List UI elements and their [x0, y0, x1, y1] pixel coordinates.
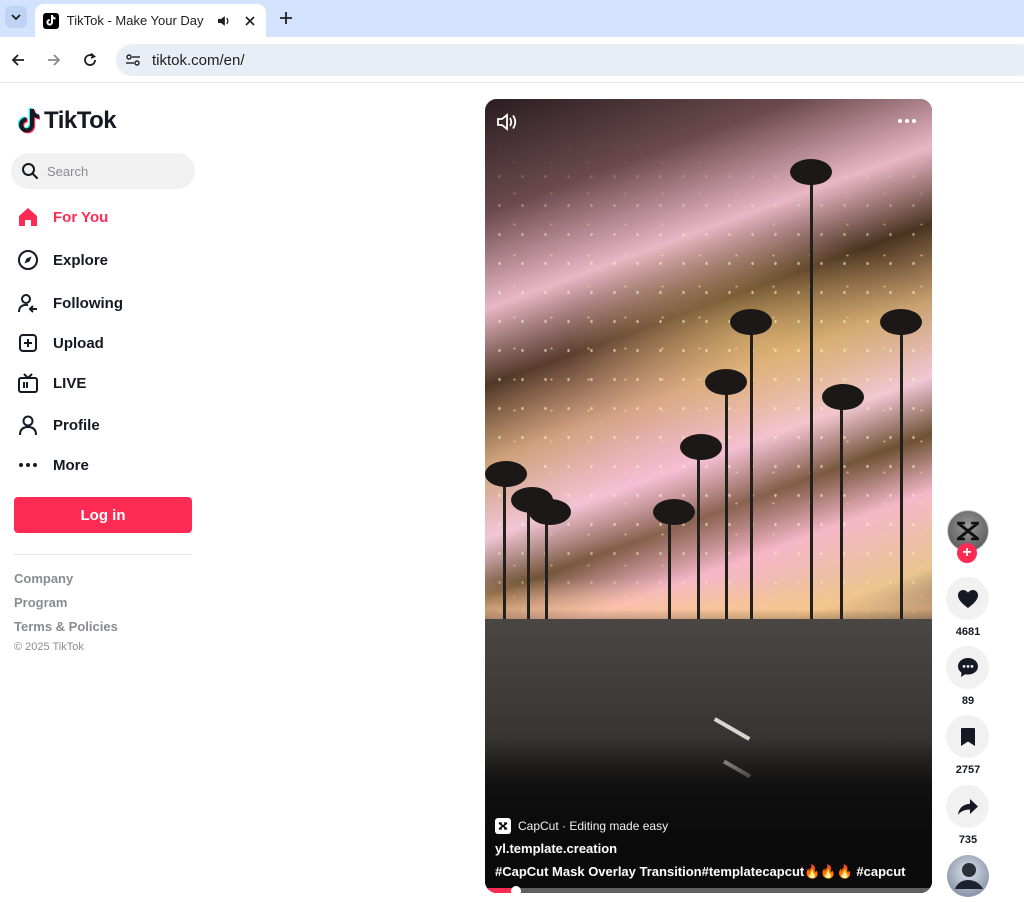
tiktok-favicon-icon: [43, 12, 59, 29]
capcut-label: CapCut · Editing made easy: [518, 819, 669, 833]
tiktok-logo-text: TikTok: [44, 107, 117, 134]
capcut-anchor[interactable]: CapCut · Editing made easy: [495, 818, 922, 834]
nav-item-profile[interactable]: Profile: [16, 411, 196, 439]
bookmark-icon: [960, 727, 975, 746]
browser-tabstrip: TikTok - Make Your Day: [0, 0, 1024, 37]
arrow-left-icon: [11, 54, 24, 66]
home-icon: [16, 205, 40, 229]
arrow-right-icon: [48, 54, 61, 66]
address-bar[interactable]: tiktok.com/en/: [116, 44, 1024, 76]
copyright-text: © 2025 TikTok: [14, 641, 84, 653]
like-count: 4681: [955, 626, 981, 638]
comment-count: 89: [961, 695, 975, 707]
search-input[interactable]: Search: [11, 153, 195, 189]
footer-link-company[interactable]: Company: [14, 571, 73, 586]
more-icon: [16, 453, 40, 477]
login-button[interactable]: Log in: [14, 497, 192, 533]
browser-tab-tiktok[interactable]: TikTok - Make Your Day: [35, 4, 266, 37]
upload-icon: [16, 331, 40, 355]
nav-label: LIVE: [53, 374, 87, 392]
video-progress-bar[interactable]: [485, 886, 932, 893]
profile-icon: [16, 413, 40, 437]
tab-title: TikTok - Make Your Day: [66, 13, 204, 28]
reload-icon: [84, 52, 96, 66]
reload-button[interactable]: [79, 49, 101, 71]
tiktok-logo-icon: [18, 108, 40, 134]
nav-item-upload[interactable]: Upload: [16, 329, 196, 357]
video-progress-knob[interactable]: [511, 886, 522, 893]
nav-label: Explore: [53, 251, 109, 269]
nav-item-explore[interactable]: Explore: [16, 246, 196, 274]
nav-item-live[interactable]: LIVE: [16, 369, 196, 397]
capcut-icon: [495, 818, 511, 834]
search-icon: [22, 163, 38, 179]
save-button[interactable]: [946, 715, 989, 758]
live-tv-icon: [16, 371, 40, 395]
new-tab-button[interactable]: [276, 8, 296, 28]
footer-link-program[interactable]: Program: [14, 595, 67, 610]
more-dots-icon: [898, 119, 916, 123]
footer-link-terms[interactable]: Terms & Policies: [14, 619, 118, 634]
music-disc[interactable]: [947, 855, 989, 897]
heart-icon: [957, 589, 978, 608]
speaker-icon: [497, 113, 517, 131]
plus-icon: [280, 12, 292, 24]
tab-search-button[interactable]: [5, 6, 27, 28]
tab-close-icon[interactable]: [242, 13, 258, 29]
browser-toolbar: tiktok.com/en/: [0, 37, 1024, 83]
search-placeholder: Search: [47, 163, 89, 179]
video-caption: CapCut · Editing made easy yl.template.c…: [495, 818, 922, 880]
nav-item-for-you[interactable]: For You: [16, 203, 196, 231]
nav-label: More: [53, 456, 89, 474]
capcut-avatar-icon: [957, 521, 979, 541]
comment-icon: [957, 658, 978, 677]
back-button[interactable]: [7, 49, 29, 71]
sidebar-divider: [14, 554, 192, 555]
share-arrow-icon: [957, 798, 978, 815]
nav-label: Following: [53, 294, 123, 312]
nav-item-following[interactable]: Following: [16, 289, 196, 317]
nav-item-more[interactable]: More: [16, 451, 196, 479]
following-icon: [16, 291, 40, 315]
url-text: tiktok.com/en/: [152, 52, 245, 69]
comment-button[interactable]: [946, 646, 989, 689]
video-description: #CapCut Mask Overlay Transition#template…: [495, 864, 906, 879]
save-count: 2757: [955, 764, 981, 776]
video-author[interactable]: yl.template.creation: [495, 841, 922, 856]
nav-label: Upload: [53, 334, 104, 352]
sound-toggle-button[interactable]: [495, 110, 519, 134]
share-button[interactable]: [946, 785, 989, 828]
share-count: 735: [958, 834, 978, 846]
like-button[interactable]: [946, 577, 989, 620]
video-more-button[interactable]: [895, 111, 919, 131]
chevron-down-icon: [11, 14, 21, 21]
follow-button[interactable]: +: [957, 543, 977, 563]
tab-audio-icon[interactable]: [216, 13, 232, 29]
forward-button[interactable]: [43, 49, 65, 71]
tiktok-logo[interactable]: TikTok: [18, 107, 117, 135]
nav-label: For You: [53, 208, 109, 226]
video-player[interactable]: CapCut · Editing made easy yl.template.c…: [485, 99, 932, 893]
music-disc-thumbnail-icon: [955, 863, 983, 889]
site-info-icon[interactable]: [122, 49, 144, 71]
nav-label: Profile: [53, 416, 100, 434]
compass-icon: [16, 248, 40, 272]
